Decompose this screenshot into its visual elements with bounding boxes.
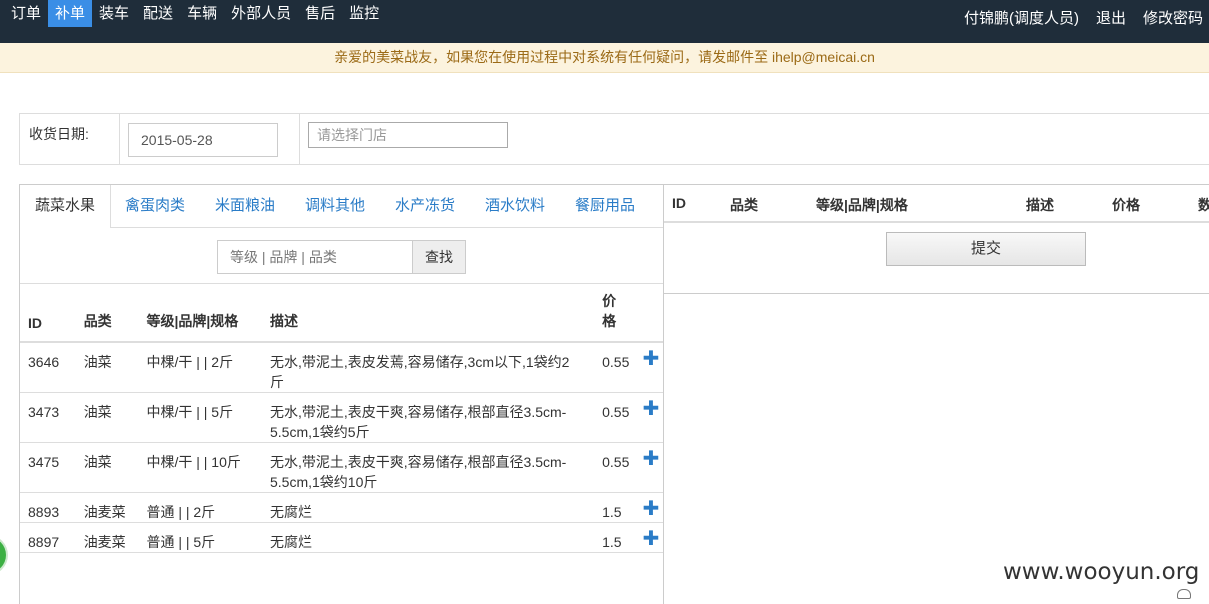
cell-spec: 普通 | | 2斤 bbox=[138, 492, 262, 523]
cell-spec: 普通 | | 5斤 bbox=[138, 522, 262, 553]
cart-col-description: 描述 bbox=[1026, 197, 1054, 213]
tab-seafood-frozen[interactable]: 水产冻货 bbox=[380, 185, 470, 228]
tab-poultry-meat[interactable]: 禽蛋肉类 bbox=[110, 185, 200, 228]
change-password-link[interactable]: 修改密码 bbox=[1143, 7, 1203, 28]
search-row: 查找 bbox=[20, 228, 663, 284]
floating-badge-icon[interactable] bbox=[0, 535, 8, 575]
col-id: ID bbox=[20, 284, 76, 343]
cell-price: 0.55 bbox=[594, 392, 635, 443]
cell-id: 3475 bbox=[20, 442, 76, 493]
product-table: ID 品类 等级|品牌|规格 描述 价格 3646 油菜 中棵/干 | | 2斤 无水… bbox=[20, 284, 663, 553]
cell-id: 8897 bbox=[20, 522, 76, 553]
cell-id: 3646 bbox=[20, 342, 76, 393]
cell-price: 0.55 bbox=[594, 342, 635, 393]
nav-vehicles[interactable]: 车辆 bbox=[180, 0, 224, 27]
col-price: 价格 bbox=[594, 284, 635, 343]
col-action bbox=[634, 284, 663, 343]
cell-spec: 中棵/干 | | 10斤 bbox=[138, 442, 262, 493]
table-row: 3646 油菜 中棵/干 | | 2斤 无水,带泥土,表皮发蔫,容易储存,3cm以下,… bbox=[20, 342, 663, 393]
cart-panel: ID 品类 等级|品牌|规格 描述 价格 数 提交 bbox=[664, 184, 1209, 294]
product-table-body: 3646 油菜 中棵/干 | | 2斤 无水,带泥土,表皮发蔫,容易储存,3cm以下,… bbox=[20, 342, 663, 553]
cell-description: 无腐烂 bbox=[261, 492, 595, 523]
cloud-icon bbox=[1177, 589, 1191, 599]
date-cell bbox=[120, 114, 300, 164]
logout-link[interactable]: 退出 bbox=[1096, 7, 1126, 28]
category-tabs: 蔬菜水果 禽蛋肉类 米面粮油 调料其他 水产冻货 酒水饮料 餐厨用品 bbox=[20, 185, 663, 228]
col-category: 品类 bbox=[75, 284, 139, 343]
tab-rice-flour-oil[interactable]: 米面粮油 bbox=[200, 185, 290, 228]
submit-button[interactable]: 提交 bbox=[886, 232, 1086, 266]
cart-col-price: 价格 bbox=[1112, 197, 1140, 213]
add-item-plus-icon[interactable]: ✚ bbox=[634, 492, 663, 523]
cell-description: 无水,带泥土,表皮干爽,容易储存,根部直径3.5cm-5.5cm,1袋约10斤 bbox=[261, 442, 595, 493]
cart-col-quantity: 数 bbox=[1198, 197, 1209, 213]
filter-bar: 收货日期: bbox=[19, 113, 1209, 165]
product-search-input[interactable] bbox=[217, 240, 413, 274]
user-name-link[interactable]: 付锦鹏(调度人员) bbox=[964, 7, 1079, 28]
product-panel: 蔬菜水果 禽蛋肉类 米面粮油 调料其他 水产冻货 酒水饮料 餐厨用品 查找 ID… bbox=[19, 184, 664, 604]
cell-price: 1.5 bbox=[594, 492, 635, 523]
add-item-plus-icon[interactable]: ✚ bbox=[634, 522, 663, 553]
tab-vegetables-fruits[interactable]: 蔬菜水果 bbox=[20, 185, 112, 228]
nav-delivery[interactable]: 配送 bbox=[136, 0, 180, 27]
cell-price: 0.55 bbox=[594, 442, 635, 493]
watermark: www.wooyun.org bbox=[1003, 559, 1200, 585]
cell-price: 1.5 bbox=[594, 522, 635, 553]
store-select-input[interactable] bbox=[308, 122, 508, 148]
add-item-plus-icon[interactable]: ✚ bbox=[634, 342, 663, 393]
cell-spec: 中棵/干 | | 2斤 bbox=[138, 342, 262, 393]
col-spec: 等级|品牌|规格 bbox=[138, 284, 262, 343]
cart-col-category: 品类 bbox=[730, 197, 758, 213]
date-label: 收货日期: bbox=[29, 126, 89, 142]
date-label-cell: 收货日期: bbox=[20, 114, 120, 164]
cart-col-spec: 等级|品牌|规格 bbox=[816, 197, 908, 213]
cell-category: 油菜 bbox=[75, 342, 139, 393]
delivery-date-input[interactable] bbox=[128, 123, 278, 157]
cell-category: 油菜 bbox=[75, 392, 139, 443]
col-description: 描述 bbox=[261, 284, 595, 343]
cell-category: 油菜 bbox=[75, 442, 139, 493]
nav-external-staff[interactable]: 外部人员 bbox=[224, 0, 298, 27]
table-row: 3475 油菜 中棵/干 | | 10斤 无水,带泥土,表皮干爽,容易储存,根部直径3… bbox=[20, 442, 663, 493]
main-menu: 订单 补单 装车 配送 车辆 外部人员 售后 监控 bbox=[4, 0, 386, 27]
tab-kitchen-supplies[interactable]: 餐厨用品 bbox=[560, 185, 650, 228]
table-row: 3473 油菜 中棵/干 | | 5斤 无水,带泥土,表皮干爽,容易储存,根部直径3.… bbox=[20, 392, 663, 443]
cell-category: 油麦菜 bbox=[75, 522, 139, 553]
cell-description: 无腐烂 bbox=[261, 522, 595, 553]
user-menu: 付锦鹏(调度人员) 退出 修改密码 bbox=[964, 7, 1203, 28]
table-row: 8893 油麦菜 普通 | | 2斤 无腐烂 1.5 ✚ bbox=[20, 492, 663, 523]
cell-spec: 中棵/干 | | 5斤 bbox=[138, 392, 262, 443]
cell-description: 无水,带泥土,表皮干爽,容易储存,根部直径3.5cm-5.5cm,1袋约5斤 bbox=[261, 392, 595, 443]
add-item-plus-icon[interactable]: ✚ bbox=[634, 392, 663, 443]
notice-banner: 亲爱的美菜战友，如果您在使用过程中对系统有任何疑问，请发邮件至 ihelp@me… bbox=[0, 43, 1209, 73]
nav-orders[interactable]: 订单 bbox=[4, 0, 48, 27]
cell-category: 油麦菜 bbox=[75, 492, 139, 523]
top-nav: 订单 补单 装车 配送 车辆 外部人员 售后 监控 付锦鹏(调度人员) 退出 修… bbox=[0, 0, 1209, 43]
nav-monitoring[interactable]: 监控 bbox=[342, 0, 386, 27]
add-item-plus-icon[interactable]: ✚ bbox=[634, 442, 663, 493]
table-row: 8897 油麦菜 普通 | | 5斤 无腐烂 1.5 ✚ bbox=[20, 522, 663, 553]
tab-drinks[interactable]: 酒水饮料 bbox=[470, 185, 560, 228]
cell-id: 3473 bbox=[20, 392, 76, 443]
nav-after-sales[interactable]: 售后 bbox=[298, 0, 342, 27]
nav-loading[interactable]: 装车 bbox=[92, 0, 136, 27]
cart-table-header: ID 品类 等级|品牌|规格 描述 价格 数 bbox=[664, 185, 1209, 223]
search-button[interactable]: 查找 bbox=[412, 240, 466, 274]
tab-seasoning-other[interactable]: 调料其他 bbox=[290, 185, 380, 228]
cart-col-id: ID bbox=[672, 195, 686, 211]
cell-id: 8893 bbox=[20, 492, 76, 523]
cell-description: 无水,带泥土,表皮发蔫,容易储存,3cm以下,1袋约2斤 bbox=[261, 342, 595, 393]
product-table-header: ID 品类 等级|品牌|规格 描述 价格 bbox=[20, 284, 663, 343]
nav-supplement-order[interactable]: 补单 bbox=[48, 0, 93, 27]
